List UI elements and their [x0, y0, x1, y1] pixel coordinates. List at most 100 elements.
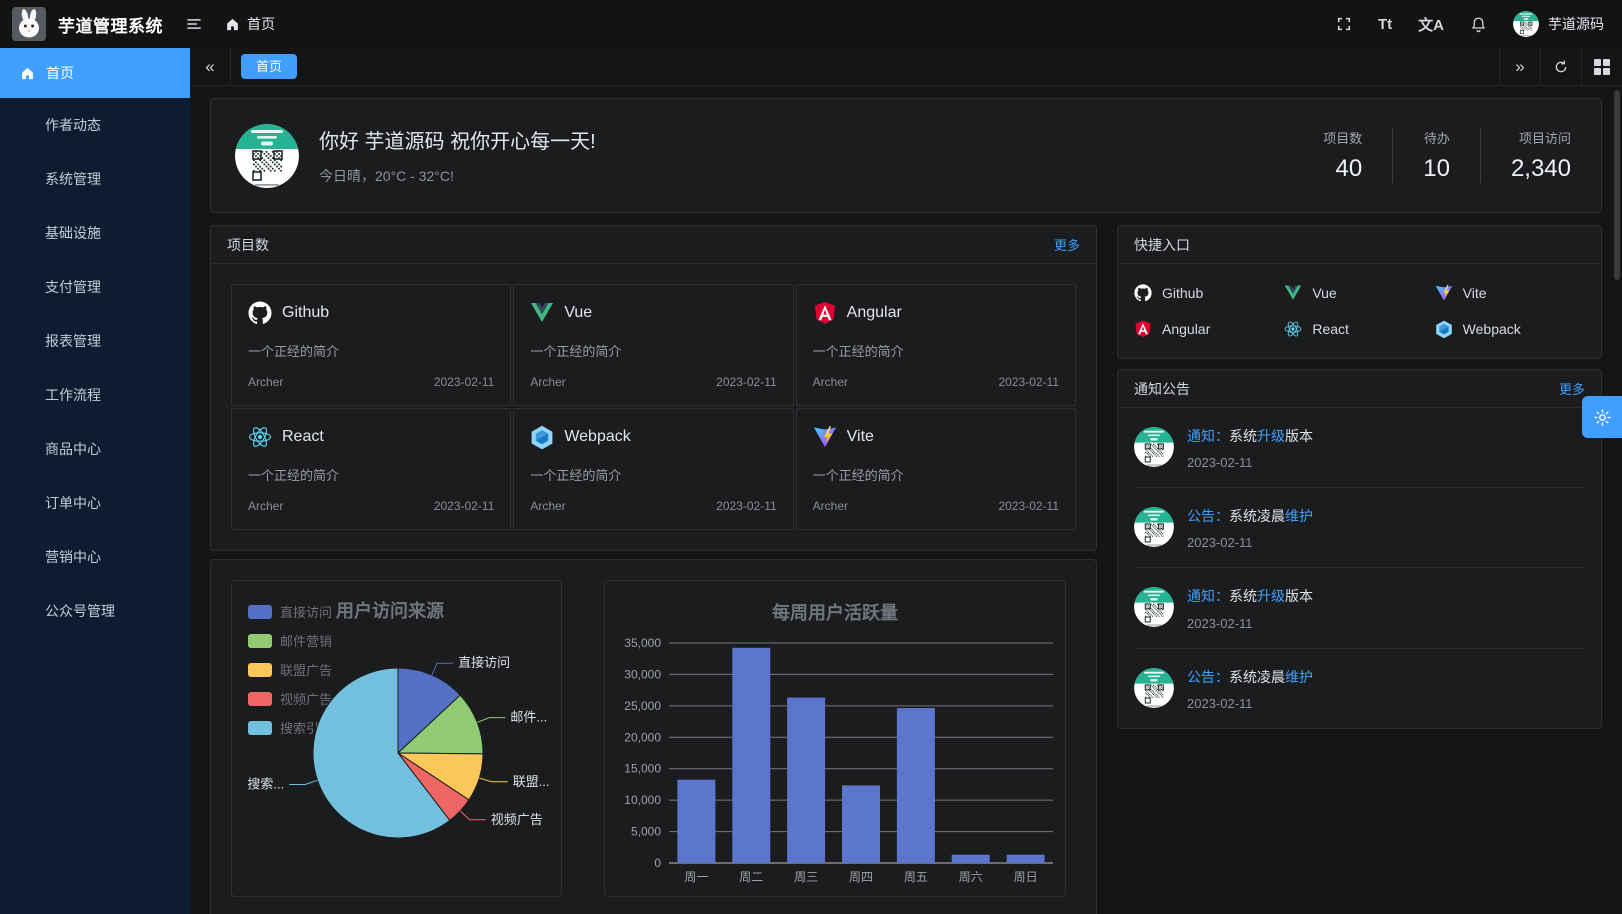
bar-周四[interactable]: [842, 785, 880, 863]
notification-bell-icon[interactable]: [1470, 16, 1487, 33]
sidebar-collapse-icon[interactable]: [185, 15, 203, 33]
notice-item: 公告：系统凌晨维护 2023-02-11: [1118, 649, 1601, 728]
project-card[interactable]: Angular 一个正经的简介 Archer 2023-02-11: [796, 284, 1076, 406]
tabs-scroll-right-button[interactable]: »: [1499, 48, 1540, 85]
project-name: Vite: [847, 428, 874, 446]
sidebar-item-label: 商品中心: [45, 439, 101, 459]
svg-text:15,000: 15,000: [624, 762, 661, 776]
pie-chart[interactable]: 直接访问邮件...联盟...视频广告搜索...: [232, 581, 561, 896]
notice-title[interactable]: 公告：系统凌晨维护: [1187, 668, 1313, 686]
stat-value: 2,340: [1511, 155, 1571, 183]
svg-text:30,000: 30,000: [624, 667, 661, 681]
bar-周五[interactable]: [897, 708, 935, 863]
svg-text:视频广告: 视频广告: [491, 812, 543, 827]
notice-block: 通知：系统升级版本 2023-02-11: [1118, 568, 1601, 648]
project-card[interactable]: Github 一个正经的简介 Archer 2023-02-11: [231, 284, 511, 406]
notice-date: 2023-02-11: [1187, 535, 1313, 550]
sidebar-item-home[interactable]: 首页: [0, 48, 190, 98]
refresh-button[interactable]: [1540, 48, 1581, 85]
project-card[interactable]: Vite 一个正经的简介 Archer 2023-02-11: [796, 408, 1076, 530]
svg-text:0: 0: [654, 856, 661, 870]
notices-more-link[interactable]: 更多: [1559, 379, 1585, 398]
settings-button[interactable]: [1582, 396, 1622, 438]
notice-item: 通知：系统升级版本 2023-02-11: [1118, 568, 1601, 647]
notice-title[interactable]: 通知：系统升级版本: [1187, 427, 1313, 445]
project-card[interactable]: React 一个正经的简介 Archer 2023-02-11: [231, 408, 511, 530]
project-date: 2023-02-11: [434, 499, 495, 513]
charts-panel: 直接访问 邮件营销 联盟广告 视频广告 搜索引擎 用户访问来源 直接访问邮件..…: [210, 559, 1097, 914]
sidebar-item-label: 营销中心: [45, 547, 101, 567]
gear-icon: [1593, 408, 1612, 427]
webpack-icon: [1435, 320, 1453, 338]
project-author: Archer: [813, 499, 848, 513]
header-right: Tt 文A 芋道源码: [1336, 11, 1622, 37]
layout-grid-button[interactable]: [1581, 48, 1622, 85]
sidebar-item-营销中心[interactable]: 营销中心: [0, 530, 190, 584]
breadcrumb[interactable]: 首页: [225, 14, 275, 34]
projects-panel-title: 项目数: [227, 235, 269, 255]
page-scrollbar[interactable]: [1614, 90, 1620, 280]
language-icon[interactable]: 文A: [1418, 14, 1444, 35]
app-title: 芋道管理系统: [58, 12, 163, 37]
shortcut-link[interactable]: Vue: [1284, 284, 1434, 302]
notices-panel-title: 通知公告: [1134, 379, 1190, 399]
project-card[interactable]: Webpack 一个正经的简介 Archer 2023-02-11: [513, 408, 793, 530]
notice-date: 2023-02-11: [1187, 616, 1313, 631]
sidebar-item-报表管理[interactable]: 报表管理: [0, 314, 190, 368]
shortcut-link[interactable]: React: [1284, 320, 1434, 338]
projects-more-link[interactable]: 更多: [1054, 235, 1080, 254]
top-header: 芋道管理系统 首页 Tt 文A 芋道源码: [0, 0, 1622, 48]
shortcut-link[interactable]: Angular: [1134, 320, 1284, 338]
sidebar-item-label: 首页: [46, 63, 74, 83]
notice-title[interactable]: 公告：系统凌晨维护: [1187, 507, 1313, 525]
project-date: 2023-02-11: [999, 375, 1060, 389]
notice-block: 公告：系统凌晨维护 2023-02-11: [1118, 488, 1601, 568]
svg-text:周日: 周日: [1014, 870, 1038, 884]
notice-item: 通知：系统升级版本 2023-02-11: [1118, 408, 1601, 487]
shortcut-link[interactable]: Github: [1134, 284, 1284, 302]
bar-周日[interactable]: [1007, 855, 1045, 863]
sidebar-item-作者动态[interactable]: 作者动态: [0, 98, 190, 152]
projects-grid: Github 一个正经的简介 Archer 2023-02-11 Vue 一个正…: [211, 264, 1096, 550]
project-card[interactable]: Vue 一个正经的简介 Archer 2023-02-11: [513, 284, 793, 406]
tab-home[interactable]: 首页: [241, 54, 297, 79]
notice-avatar: [1134, 668, 1174, 708]
angular-icon: [813, 301, 837, 325]
shortcut-link[interactable]: Webpack: [1435, 320, 1585, 338]
fullscreen-icon[interactable]: [1336, 16, 1352, 32]
sidebar-item-基础设施[interactable]: 基础设施: [0, 206, 190, 260]
project-name: React: [282, 428, 324, 446]
bar-周六[interactable]: [952, 855, 990, 863]
sidebar-item-工作流程[interactable]: 工作流程: [0, 368, 190, 422]
bar-周二[interactable]: [732, 648, 770, 863]
svg-text:周三: 周三: [794, 870, 818, 884]
notice-avatar: [1134, 587, 1174, 627]
sidebar-item-商品中心[interactable]: 商品中心: [0, 422, 190, 476]
sidebar-item-label: 作者动态: [45, 115, 101, 135]
sidebar-item-订单中心[interactable]: 订单中心: [0, 476, 190, 530]
greeting-stats: 项目数 40 待办 10 项目访问 2,340: [1293, 128, 1577, 183]
sidebar-item-label: 基础设施: [45, 223, 101, 243]
vue-icon: [530, 301, 554, 325]
notice-item: 公告：系统凌晨维护 2023-02-11: [1118, 488, 1601, 567]
sidebar-item-公众号管理[interactable]: 公众号管理: [0, 584, 190, 638]
font-size-icon[interactable]: Tt: [1378, 16, 1392, 33]
shortcut-label: React: [1312, 321, 1349, 337]
notice-title[interactable]: 通知：系统升级版本: [1187, 587, 1313, 605]
svg-text:联盟...: 联盟...: [513, 774, 550, 789]
home-icon: [20, 66, 35, 81]
tabs-scroll-left-button[interactable]: «: [190, 48, 231, 85]
user-menu[interactable]: 芋道源码: [1513, 11, 1604, 37]
pie-chart-card: 直接访问 邮件营销 联盟广告 视频广告 搜索引擎 用户访问来源 直接访问邮件..…: [231, 580, 562, 897]
shortcut-label: Vite: [1463, 285, 1487, 301]
bar-周一[interactable]: [677, 780, 715, 863]
greeting-card: 你好 芋道源码 祝你开心每一天! 今日晴，20°C - 32°C! 项目数 40…: [210, 98, 1602, 213]
bar-chart[interactable]: 05,00010,00015,00020,00025,00030,00035,0…: [605, 581, 1065, 896]
shortcut-link[interactable]: Vite: [1435, 284, 1585, 302]
bar-周三[interactable]: [787, 698, 825, 863]
sidebar-item-系统管理[interactable]: 系统管理: [0, 152, 190, 206]
tabbar-spacer: [297, 48, 1499, 85]
sidebar-item-label: 工作流程: [45, 385, 101, 405]
shortcuts-panel: 快捷入口 Github Vue Vite Angular React Webpa…: [1117, 225, 1602, 359]
sidebar-item-支付管理[interactable]: 支付管理: [0, 260, 190, 314]
